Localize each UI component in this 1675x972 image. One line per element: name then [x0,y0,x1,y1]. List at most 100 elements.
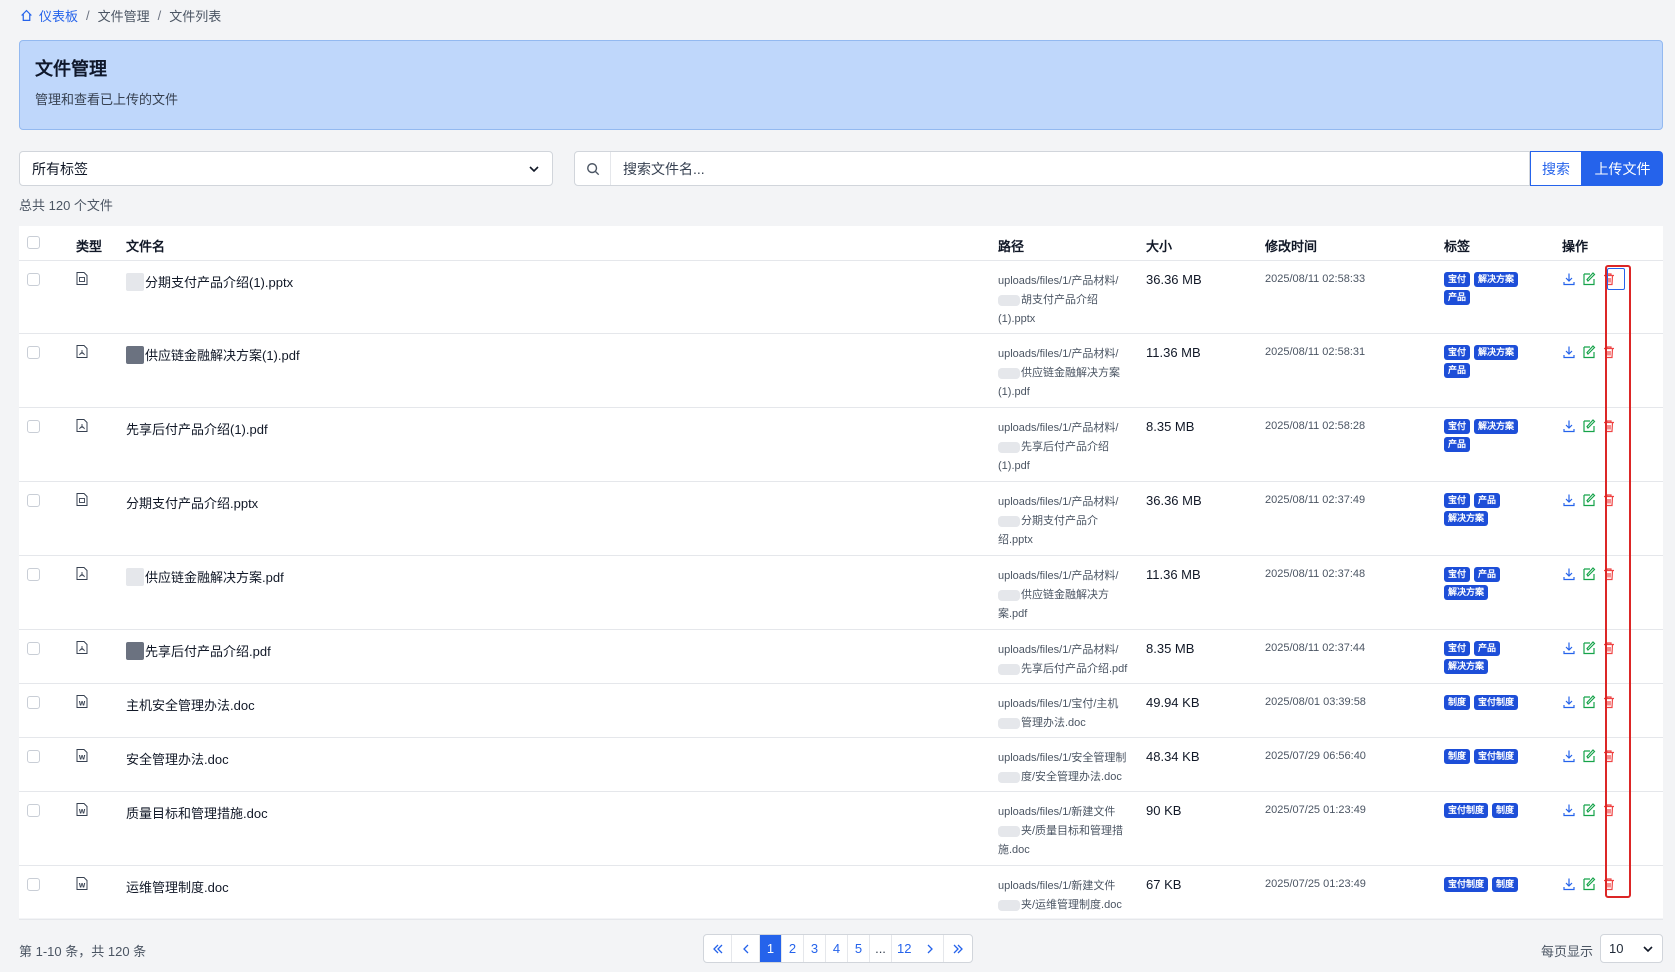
download-icon[interactable] [1562,803,1576,817]
download-icon[interactable] [1562,695,1576,709]
row-checkbox[interactable] [27,273,40,289]
tag-badge[interactable]: 宝付 [1444,272,1471,287]
tag-badge[interactable]: 解决方案 [1474,419,1519,434]
file-name[interactable]: 分期支付产品介绍(1).pptx [126,272,293,291]
tag-badge[interactable]: 制度 [1444,749,1471,764]
edit-icon[interactable] [1582,877,1596,891]
tag-badge[interactable]: 宝付 [1444,345,1471,360]
tag-badge[interactable]: 宝付 [1444,641,1471,656]
table-row[interactable]: W 主机安全管理办法.doc uploads/files/1/宝付/主机 管理办法.d… [19,684,1663,738]
file-name-text[interactable]: 安全管理办法.doc [126,749,229,768]
last-page-button[interactable] [944,935,972,962]
row-checkbox[interactable] [27,420,40,436]
file-name-text[interactable]: 供应链金融解决方案.pdf [145,567,284,586]
page-2-button[interactable]: 2 [782,935,804,962]
edit-icon[interactable] [1582,567,1596,581]
edit-icon[interactable] [1582,803,1596,817]
page-4-button[interactable]: 4 [826,935,848,962]
file-name-text[interactable]: 质量目标和管理措施.doc [126,803,268,822]
file-name[interactable]: 先享后付产品介绍.pdf [126,641,271,660]
tag-badge[interactable]: 宝付制度 [1444,803,1489,818]
edit-icon[interactable] [1582,345,1596,359]
file-name-text[interactable]: 分期支付产品介绍(1).pptx [145,272,293,291]
page-1-button[interactable]: 1 [760,935,782,962]
prev-page-button[interactable] [732,935,760,962]
file-name-text[interactable]: 先享后付产品介绍.pdf [145,641,271,660]
file-name[interactable]: 质量目标和管理措施.doc [126,803,268,822]
file-name[interactable]: 主机安全管理办法.doc [126,695,255,714]
upload-file-button[interactable]: 上传文件 [1582,151,1663,186]
edit-icon[interactable] [1582,272,1596,286]
column-header-modified[interactable]: 修改时间 [1265,236,1317,255]
tag-badge[interactable]: 产品 [1444,363,1471,378]
row-checkbox[interactable] [27,568,40,584]
table-row[interactable]: 先享后付产品介绍.pdf uploads/files/1/产品材料/先享后付产品介… [19,630,1663,684]
tag-badge[interactable]: 产品 [1474,493,1501,508]
tag-badge[interactable]: 宝付 [1444,493,1471,508]
breadcrumb-home-label[interactable]: 仪表板 [39,6,78,25]
row-checkbox[interactable] [27,494,40,510]
tag-badge[interactable]: 产品 [1444,437,1471,452]
tag-badge[interactable]: 产品 [1474,641,1501,656]
tag-badge[interactable]: 解决方案 [1474,272,1519,287]
next-page-button[interactable] [916,935,945,962]
edit-icon[interactable] [1582,493,1596,507]
download-icon[interactable] [1562,345,1576,359]
per-page-select[interactable]: 10 [1600,934,1663,963]
table-row[interactable]: 供应链金融解决方案(1).pdf uploads/files/1/产品材料/供应链… [19,334,1663,408]
table-row[interactable]: W 质量目标和管理措施.doc uploads/files/1/新建文件 夹/质量目标… [19,792,1663,866]
row-checkbox[interactable] [27,804,40,820]
tag-badge[interactable]: 解决方案 [1444,585,1489,600]
tag-badge[interactable]: 宝付制度 [1444,877,1489,892]
column-header-name[interactable]: 文件名 [126,236,165,255]
tag-badge[interactable]: 制度 [1492,803,1519,818]
file-name[interactable]: 先享后付产品介绍(1).pdf [126,419,268,438]
download-icon[interactable] [1562,877,1576,891]
file-name[interactable]: 分期支付产品介绍.pptx [126,493,258,512]
search-button[interactable]: 搜索 [1530,151,1582,186]
table-row[interactable]: 供应链金融解决方案.pdf uploads/files/1/产品材料/供应链金融解… [19,556,1663,630]
edit-icon[interactable] [1582,749,1596,763]
tag-badge[interactable]: 制度 [1444,695,1471,710]
row-checkbox[interactable] [27,878,40,894]
page-5-button[interactable]: 5 [848,935,870,962]
page-12-button[interactable]: 12 [892,935,916,962]
file-name-text[interactable]: 运维管理制度.doc [126,877,229,896]
table-row[interactable]: 分期支付产品介绍(1).pptx uploads/files/1/产品材料/胡支付… [19,261,1663,334]
download-icon[interactable] [1562,272,1576,286]
tag-badge[interactable]: 产品 [1444,290,1471,305]
file-name-text[interactable]: 分期支付产品介绍.pptx [126,493,258,512]
edit-icon[interactable] [1582,419,1596,433]
row-checkbox[interactable] [27,750,40,766]
search-input[interactable] [611,152,1529,185]
file-name[interactable]: 运维管理制度.doc [126,877,229,896]
breadcrumb-home[interactable]: 仪表板 [20,6,78,25]
table-row[interactable]: 分期支付产品介绍.pptx uploads/files/1/产品材料/分期支付产品… [19,482,1663,556]
edit-icon[interactable] [1582,641,1596,655]
tag-badge[interactable]: 解决方案 [1474,345,1519,360]
file-name[interactable]: 供应链金融解决方案(1).pdf [126,345,300,364]
tag-badge[interactable]: 宝付 [1444,567,1471,582]
table-row[interactable]: W 运维管理制度.doc uploads/files/1/新建文件 夹/运维管理制度.… [19,866,1663,920]
tag-badge[interactable]: 宝付制度 [1474,695,1519,710]
download-icon[interactable] [1562,567,1576,581]
row-checkbox[interactable] [27,696,40,712]
tag-badge[interactable]: 制度 [1492,877,1519,892]
file-name-text[interactable]: 主机安全管理办法.doc [126,695,255,714]
download-icon[interactable] [1562,749,1576,763]
page-3-button[interactable]: 3 [804,935,826,962]
row-checkbox[interactable] [27,642,40,658]
first-page-button[interactable] [704,935,732,962]
select-all-checkbox[interactable] [27,236,40,252]
download-icon[interactable] [1562,493,1576,507]
file-name-text[interactable]: 供应链金融解决方案(1).pdf [145,345,300,364]
tag-badge[interactable]: 宝付 [1444,419,1471,434]
file-name[interactable]: 安全管理办法.doc [126,749,229,768]
file-name-text[interactable]: 先享后付产品介绍(1).pdf [126,419,268,438]
download-icon[interactable] [1562,419,1576,433]
tag-badge[interactable]: 宝付制度 [1474,749,1519,764]
tag-badge[interactable]: 产品 [1474,567,1501,582]
tag-filter-select[interactable]: 所有标签 [19,151,553,186]
table-row[interactable]: 先享后付产品介绍(1).pdf uploads/files/1/产品材料/先享后付… [19,408,1663,482]
file-name[interactable]: 供应链金融解决方案.pdf [126,567,284,586]
